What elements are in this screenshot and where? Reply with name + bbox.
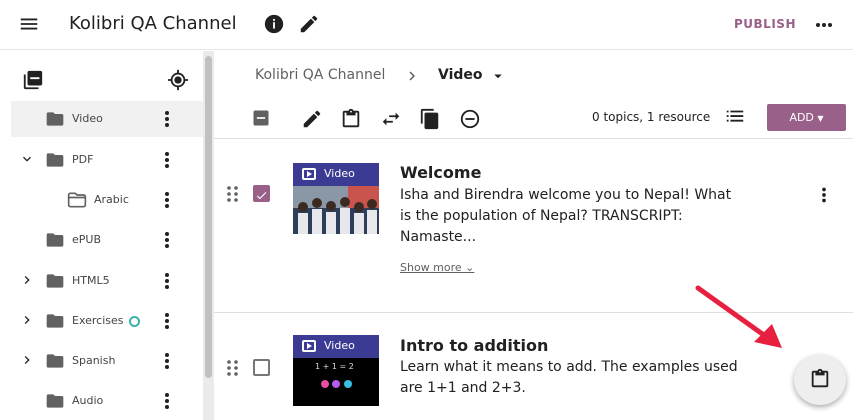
sidebar-item-label: Audio	[72, 394, 104, 407]
more-vertical-icon[interactable]	[813, 185, 835, 205]
more-vertical-icon[interactable]	[155, 150, 179, 170]
clipboard-icon[interactable]	[340, 108, 362, 130]
breadcrumb-parent[interactable]: Kolibri QA Channel	[255, 67, 385, 83]
sidebar-item-video[interactable]: Video	[11, 101, 203, 137]
video-thumbnail[interactable]: Video	[293, 163, 379, 234]
more-vertical-icon[interactable]	[155, 271, 179, 291]
video-thumbnail[interactable]: Video 1 + 1 = 2	[293, 335, 379, 406]
info-icon[interactable]	[263, 13, 285, 35]
sidebar-item-label: PDF	[72, 153, 94, 166]
drag-handle-icon[interactable]	[225, 358, 241, 378]
drag-handle-icon[interactable]	[225, 184, 241, 204]
chevron-right-icon[interactable]	[19, 272, 35, 288]
sidebar-scrollbar-thumb[interactable]	[205, 56, 212, 378]
collapse-all-icon[interactable]	[22, 69, 44, 91]
folder-icon	[45, 312, 65, 330]
chevron-down-icon[interactable]	[19, 151, 35, 167]
sidebar-item-epub[interactable]: ePUB	[0, 222, 203, 258]
more-vertical-icon[interactable]	[155, 190, 179, 210]
folder-outline-icon	[67, 191, 87, 209]
folder-icon	[45, 231, 65, 249]
more-vertical-icon[interactable]	[155, 311, 179, 331]
caret-down-icon[interactable]	[489, 67, 507, 85]
breadcrumb-current[interactable]: Video	[438, 67, 483, 83]
list-view-icon[interactable]	[724, 106, 746, 128]
item-checkbox[interactable]	[253, 359, 270, 376]
add-button[interactable]: ADD ▼	[767, 104, 846, 131]
sidebar-item-arabic[interactable]: Arabic	[0, 182, 203, 218]
clipboard-fab-button[interactable]	[794, 355, 846, 405]
video-icon	[302, 168, 316, 180]
locate-icon[interactable]	[167, 69, 189, 91]
item-title[interactable]: Welcome	[400, 163, 481, 182]
more-vertical-icon[interactable]	[155, 230, 179, 250]
status-indicator-icon	[129, 316, 140, 327]
folder-icon	[45, 272, 65, 290]
move-arrows-icon[interactable]	[380, 108, 402, 130]
chevron-right-icon[interactable]	[19, 352, 35, 368]
chevron-right-icon	[403, 67, 421, 85]
sidebar-item-label: Arabic	[94, 193, 129, 206]
kind-badge: Video	[293, 335, 379, 358]
sidebar-item-pdf[interactable]: PDF	[0, 142, 203, 178]
sidebar-item-spanish[interactable]: Spanish	[0, 343, 203, 379]
folder-icon	[45, 151, 65, 169]
channel-title: Kolibri QA Channel	[69, 13, 237, 34]
chevron-right-icon[interactable]	[19, 312, 35, 328]
chevron-down-icon: ⌄	[465, 261, 475, 274]
more-vertical-icon[interactable]	[155, 391, 179, 411]
thumbnail-equation: 1 + 1 = 2	[315, 362, 354, 371]
item-checkbox[interactable]	[253, 185, 270, 202]
sidebar-item-audio[interactable]: Audio	[0, 383, 203, 419]
hamburger-menu-icon[interactable]	[18, 13, 40, 35]
item-description: Isha and Birendra welcome you to Nepal! …	[400, 187, 732, 245]
video-icon	[302, 340, 316, 352]
more-vertical-icon[interactable]	[812, 13, 836, 37]
sidebar-item-label: ePUB	[72, 233, 101, 246]
folder-icon	[45, 110, 65, 128]
clipboard-icon	[809, 368, 831, 390]
add-button-label: ADD	[789, 111, 814, 124]
show-more-link[interactable]: Show more ⌄	[400, 261, 474, 274]
folder-icon	[45, 392, 65, 410]
folder-icon	[45, 352, 65, 370]
kind-badge: Video	[293, 163, 379, 186]
sidebar-item-exercises[interactable]: Exercises	[0, 303, 203, 339]
resource-count: 0 topics, 1 resource	[592, 110, 711, 124]
copy-icon[interactable]	[419, 108, 441, 130]
sidebar-item-html5[interactable]: HTML5	[0, 263, 203, 299]
annotation-arrow-icon	[690, 282, 790, 352]
edit-pencil-icon[interactable]	[298, 13, 320, 35]
sidebar-item-label: Exercises	[72, 314, 124, 327]
item-title[interactable]: Intro to addition	[400, 336, 548, 355]
publish-button[interactable]: PUBLISH	[734, 17, 796, 31]
sidebar-item-label: Spanish	[72, 354, 116, 367]
caret-down-icon: ▼	[817, 114, 824, 123]
app-bar: Kolibri QA Channel PUBLISH	[0, 0, 853, 50]
edit-pencil-icon[interactable]	[301, 108, 323, 130]
remove-circle-icon[interactable]	[459, 108, 481, 130]
divider	[214, 138, 853, 139]
more-vertical-icon[interactable]	[155, 109, 179, 129]
sidebar-item-label: Video	[72, 112, 103, 125]
sidebar-item-label: HTML5	[72, 274, 110, 287]
item-description: Learn what it means to add. The examples…	[400, 359, 738, 396]
more-vertical-icon[interactable]	[155, 351, 179, 371]
select-all-checkbox-icon[interactable]	[251, 108, 271, 128]
